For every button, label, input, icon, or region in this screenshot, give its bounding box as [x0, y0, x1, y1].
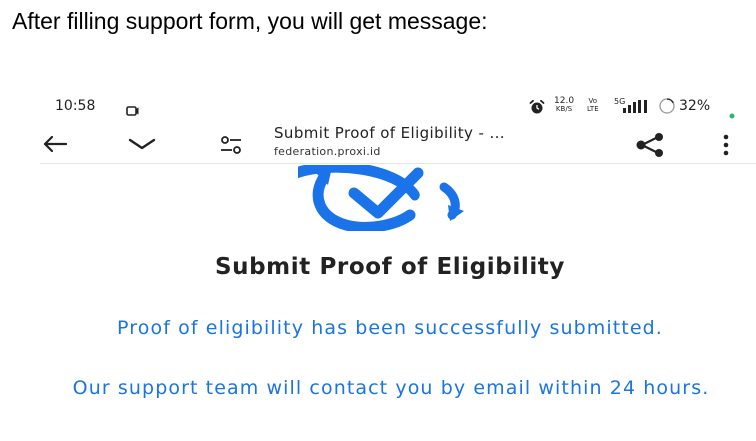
more-vert-icon	[723, 134, 729, 156]
more-menu-button[interactable]	[716, 130, 736, 160]
alarm-icon	[529, 99, 545, 118]
success-message: Proof of eligibility has been successful…	[117, 317, 663, 339]
toolbar-divider	[40, 163, 756, 164]
page-controls-icon	[221, 136, 241, 154]
browser-toolbar: Submit Proof of Eligibility - ... federa…	[0, 124, 756, 164]
signal-bars-icon	[623, 98, 649, 117]
network-speed: 12.0 KB/S	[554, 96, 575, 114]
caption-text: After filling support form, you will get…	[12, 8, 488, 34]
check-circle-refresh-icon	[291, 161, 482, 235]
status-bar: 10:58 12.0 KB/S Vo LTE 5G 32%	[0, 88, 756, 124]
contact-message: Our support team will contact you by ema…	[72, 377, 710, 399]
screen-cast-icon	[126, 102, 139, 121]
network-speed-value: 12.0	[554, 96, 575, 106]
battery-ring-icon	[658, 97, 676, 119]
phone-screenshot: 10:58 12.0 KB/S Vo LTE 5G 32% Submit Pro…	[0, 88, 756, 441]
page-title-in-toolbar[interactable]: Submit Proof of Eligibility - ...	[274, 124, 505, 142]
collapse-button[interactable]	[124, 132, 160, 156]
share-button[interactable]	[632, 131, 668, 159]
volte-top-label: Vo	[588, 97, 598, 105]
arrow-left-icon	[43, 135, 68, 153]
page-heading: Submit Proof of Eligibility	[214, 254, 565, 280]
page-controls-button[interactable]	[214, 132, 248, 158]
network-speed-unit: KB/S	[555, 105, 573, 113]
battery-dot-icon	[729, 104, 735, 123]
battery-percentage: 32%	[679, 98, 711, 114]
volte-bottom-label: LTE	[587, 105, 599, 113]
back-button[interactable]	[38, 132, 72, 156]
volte-indicator: Vo LTE	[587, 97, 599, 113]
status-time: 10:58	[55, 98, 96, 114]
share-icon	[636, 133, 663, 157]
url-domain[interactable]: federation.proxi.id	[274, 145, 381, 158]
chevron-down-icon	[128, 138, 156, 150]
